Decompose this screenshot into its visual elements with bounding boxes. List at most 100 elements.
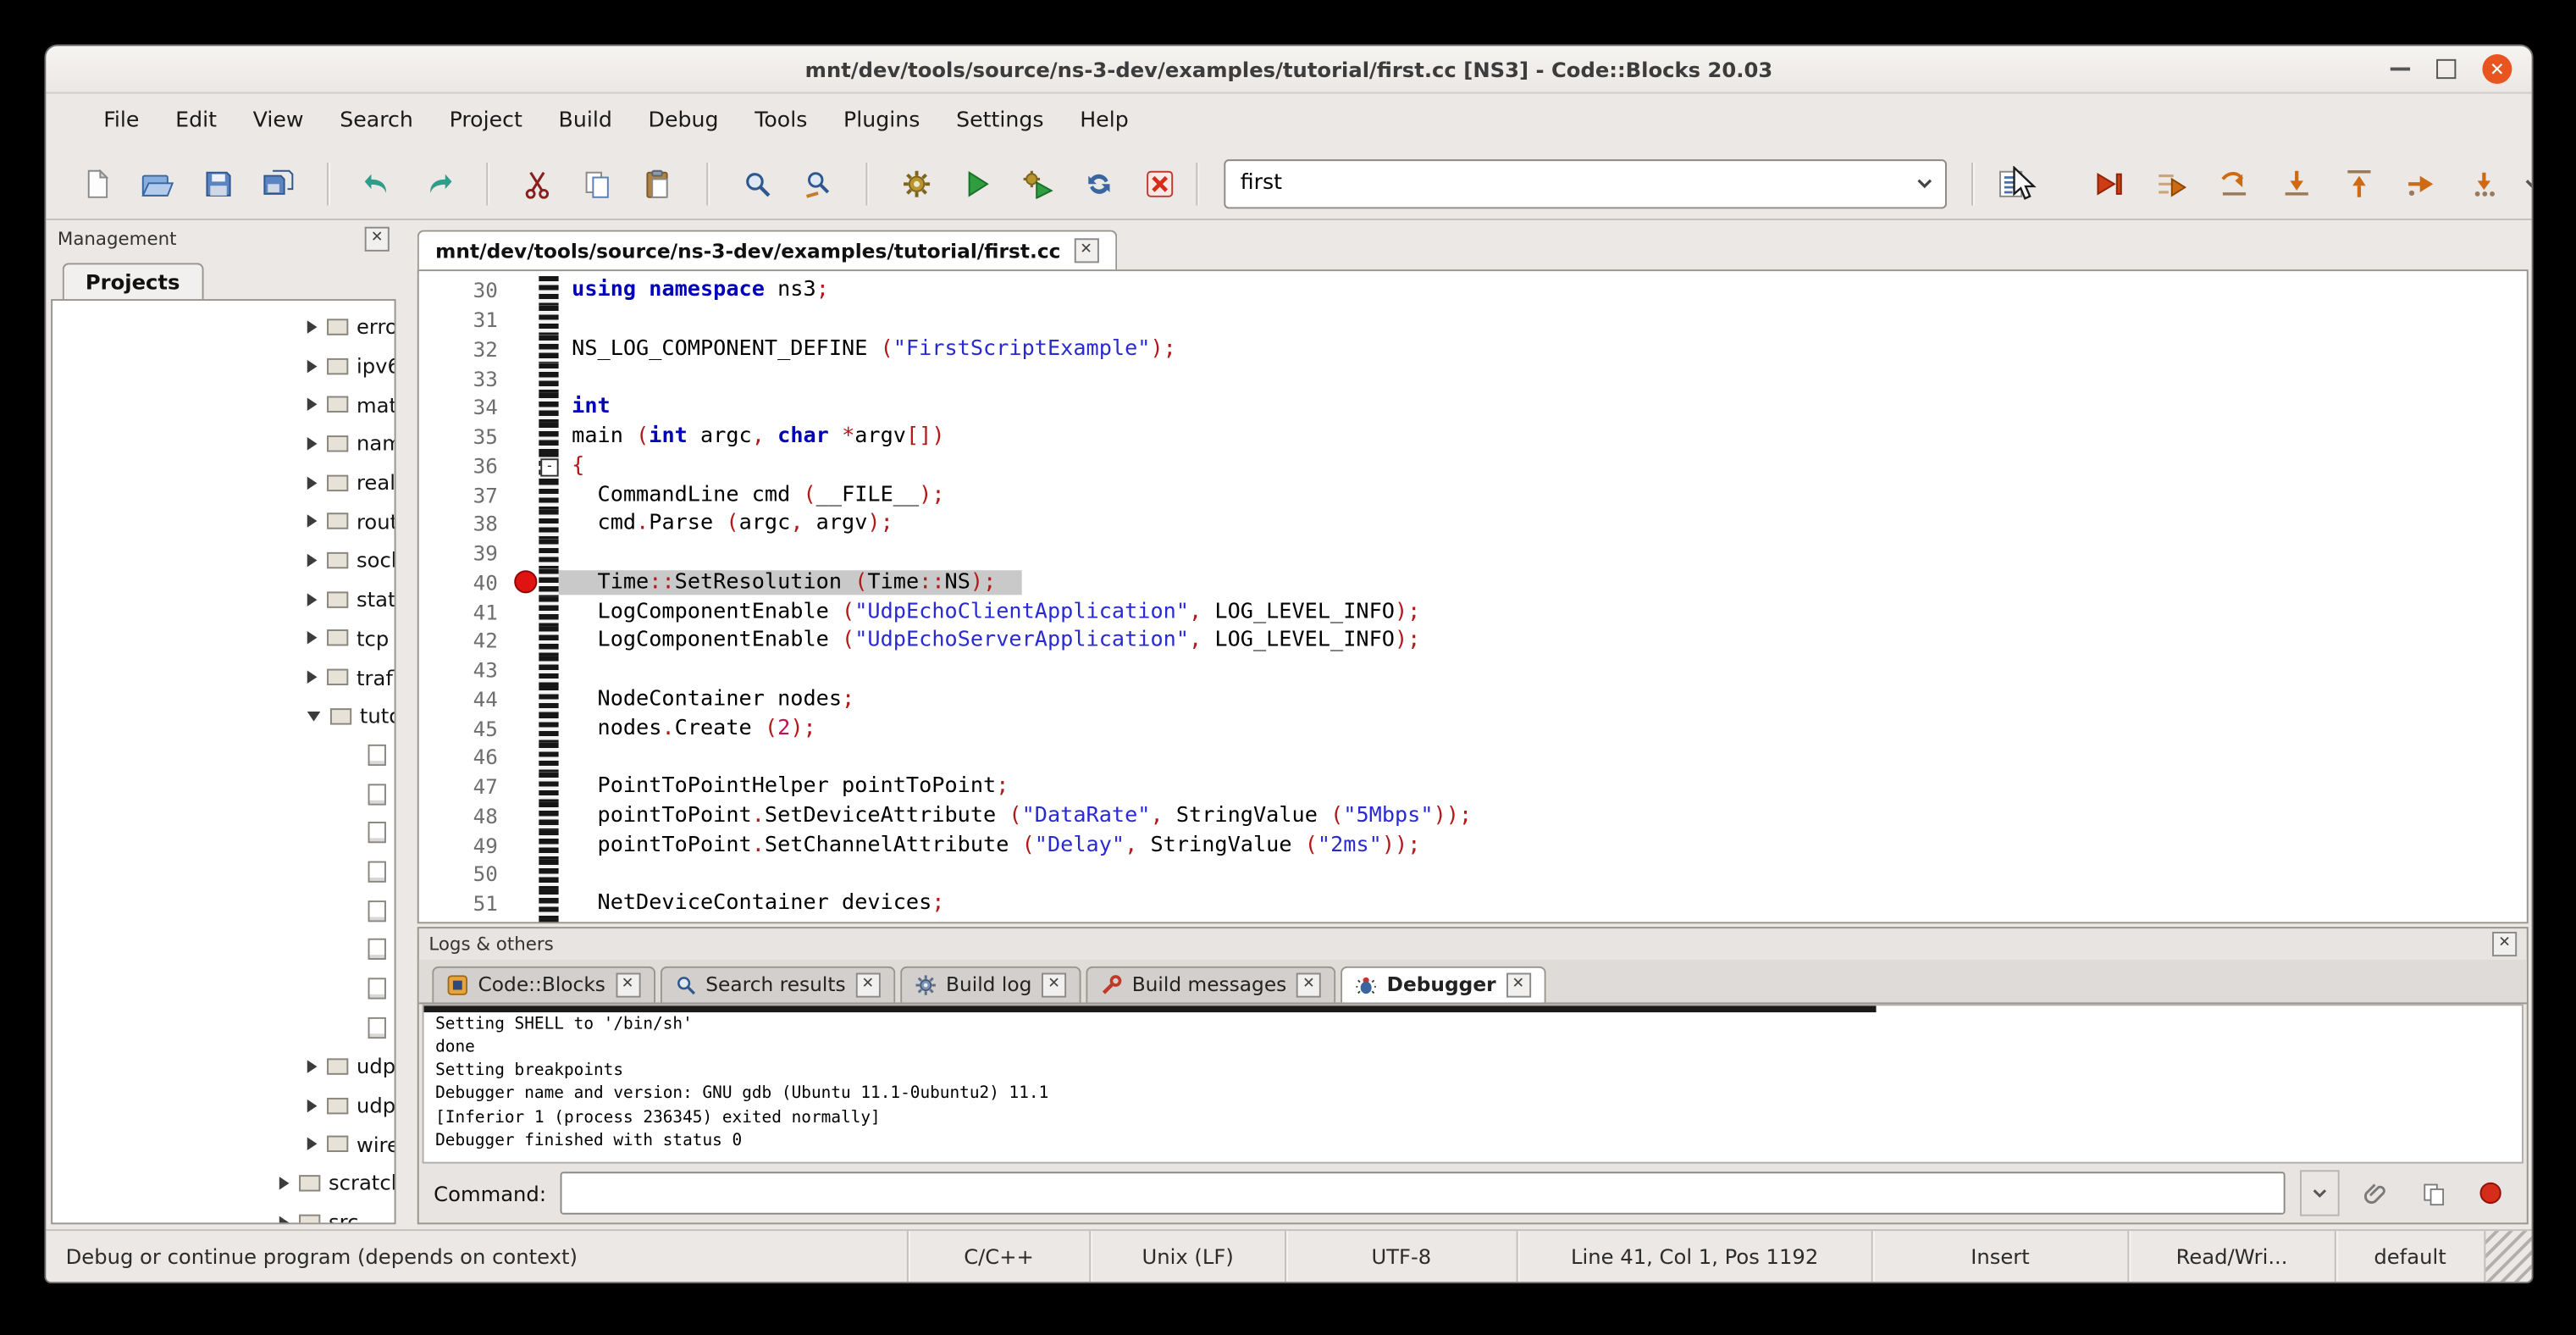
editor-tab-close-icon[interactable]: ✕ [1074, 238, 1098, 263]
code-text[interactable]: cmd.Parse (argc, argv); [559, 512, 893, 536]
tree-item-erro[interactable]: erro [53, 307, 395, 346]
code-text[interactable]: { [559, 453, 585, 478]
tree-item-real[interactable]: real [53, 463, 395, 502]
tree-item-he[interactable]: he [53, 852, 395, 891]
cut-button[interactable] [512, 158, 561, 208]
tree-item-mat[interactable]: mat [53, 385, 395, 424]
step-out-button[interactable] [2335, 158, 2384, 208]
debug-continue-button[interactable] [2085, 158, 2134, 208]
chevron-right-icon[interactable] [307, 593, 318, 607]
logs-close-icon[interactable]: ✕ [2492, 932, 2517, 956]
menu-view[interactable]: View [235, 102, 322, 140]
log-tab-close-icon[interactable]: ✕ [616, 972, 640, 997]
code-text[interactable]: int [559, 395, 611, 419]
chevron-down-icon[interactable] [307, 711, 321, 721]
tree-item-se[interactable]: se [53, 891, 395, 930]
log-tab-close-icon[interactable]: ✕ [1296, 972, 1321, 997]
chevron-right-icon[interactable] [307, 515, 318, 529]
menu-build[interactable]: Build [540, 102, 630, 140]
management-close-icon[interactable]: ✕ [365, 226, 390, 251]
code-text[interactable]: NetDeviceContainer devices; [559, 891, 945, 916]
chevron-down-icon[interactable] [1903, 173, 1945, 194]
chevron-right-icon[interactable] [279, 1216, 290, 1224]
breakpoint-marker[interactable] [513, 571, 536, 594]
find-replace-button[interactable] [793, 158, 843, 208]
command-input[interactable] [561, 1172, 2285, 1214]
code-text[interactable]: PointToPointHelper pointToPoint; [559, 774, 1009, 799]
code-text[interactable]: LogComponentEnable ("UdpEchoServerApplic… [559, 629, 1421, 653]
menu-project[interactable]: Project [431, 102, 540, 140]
tree-item-stat[interactable]: stat [53, 579, 395, 618]
find-button[interactable] [732, 158, 782, 208]
toolbar-overflow-chevron[interactable] [2508, 158, 2533, 208]
build-button[interactable] [892, 158, 941, 208]
chevron-right-icon[interactable] [307, 437, 318, 451]
redo-button[interactable] [414, 158, 463, 208]
tree-item-fif[interactable]: fif [53, 735, 395, 774]
close-button[interactable]: ✕ [2482, 54, 2512, 84]
fold-marker[interactable]: - [540, 457, 558, 475]
menu-help[interactable]: Help [1062, 102, 1147, 140]
code-text[interactable]: CommandLine cmd (__FILE__); [559, 483, 945, 507]
tree-item-fir[interactable]: fir [53, 774, 395, 813]
run-button[interactable] [953, 158, 1002, 208]
undo-button[interactable] [353, 158, 402, 208]
code-editor[interactable]: 30using namespace ns3;3132NS_LOG_COMPONE… [417, 269, 2529, 923]
code-text[interactable]: LogComponentEnable ("UdpEchoClientApplic… [559, 599, 1421, 623]
next-line-button[interactable] [2209, 158, 2258, 208]
log-tab-close-icon[interactable]: ✕ [855, 972, 880, 997]
tree-item-th[interactable]: th [53, 1008, 395, 1047]
open-folder-button[interactable] [133, 158, 182, 208]
log-tab-close-icon[interactable]: ✕ [1506, 972, 1530, 997]
next-instruction-button[interactable] [2397, 158, 2446, 208]
tree-item-scratcl[interactable]: scratcl [53, 1164, 395, 1203]
log-tab-build-messages[interactable]: Build messages✕ [1086, 966, 1335, 1002]
command-history-dropdown[interactable] [2300, 1170, 2340, 1216]
chevron-right-icon[interactable] [307, 1060, 318, 1073]
tree-item-wire[interactable]: wire [53, 1125, 395, 1164]
code-text[interactable]: nodes.Create (2); [559, 716, 816, 740]
tree-item-trafl[interactable]: trafl [53, 657, 395, 696]
paperclip-icon[interactable] [2354, 1172, 2396, 1214]
save-all-button[interactable] [255, 158, 304, 208]
chevron-right-icon[interactable] [307, 359, 318, 373]
tree-item-udp-[interactable]: udp- [53, 1086, 395, 1125]
menu-settings[interactable]: Settings [938, 102, 1062, 140]
save-button[interactable] [194, 158, 243, 208]
tree-item-tcp[interactable]: tcp [53, 618, 395, 657]
paste-button[interactable] [634, 158, 683, 208]
chevron-right-icon[interactable] [307, 1099, 318, 1112]
tree-item-src[interactable]: src [53, 1203, 395, 1225]
menu-plugins[interactable]: Plugins [826, 102, 938, 140]
build-target-combo[interactable]: first [1224, 158, 1947, 208]
chevron-right-icon[interactable] [307, 671, 318, 684]
tree-item-fo[interactable]: fo [53, 813, 395, 852]
chevron-right-icon[interactable] [307, 1138, 318, 1151]
run-to-cursor-button[interactable] [2148, 158, 2197, 208]
tree-item-sock[interactable]: sock [53, 541, 395, 580]
code-text[interactable]: main (int argc, char *argv[]) [559, 424, 945, 449]
menu-search[interactable]: Search [322, 102, 431, 140]
menu-debug[interactable]: Debug [630, 102, 737, 140]
debugger-output[interactable]: Setting SHELL to '/bin/sh'doneSetting br… [423, 1004, 2523, 1164]
code-text[interactable]: devices = pointToPoint.Install (nodes); [559, 920, 1099, 923]
build-and-run-button[interactable] [1014, 158, 1063, 208]
menu-tools[interactable]: Tools [737, 102, 826, 140]
resize-grip[interactable] [2484, 1231, 2531, 1282]
chevron-right-icon[interactable] [307, 554, 318, 568]
code-text[interactable]: Time::SetResolution (Time::NS); [559, 570, 1023, 595]
chevron-right-icon[interactable] [307, 632, 318, 645]
tab-projects[interactable]: Projects [63, 263, 203, 299]
tree-item-tuto[interactable]: tuto [53, 696, 395, 735]
step-into-instruction-button[interactable] [2459, 158, 2508, 208]
copy-button[interactable] [573, 158, 622, 208]
chevron-right-icon[interactable] [307, 398, 318, 412]
tree-item-ipv6[interactable]: ipv6 [53, 346, 395, 385]
minimize-button[interactable] [2391, 68, 2410, 71]
maximize-button[interactable] [2436, 59, 2456, 79]
chevron-right-icon[interactable] [307, 320, 318, 334]
log-tab-search-results[interactable]: Search results✕ [660, 966, 895, 1002]
breakpoint-margin[interactable] [511, 571, 539, 594]
stop-icon[interactable] [2469, 1172, 2512, 1214]
log-tab-close-icon[interactable]: ✕ [1042, 972, 1066, 997]
